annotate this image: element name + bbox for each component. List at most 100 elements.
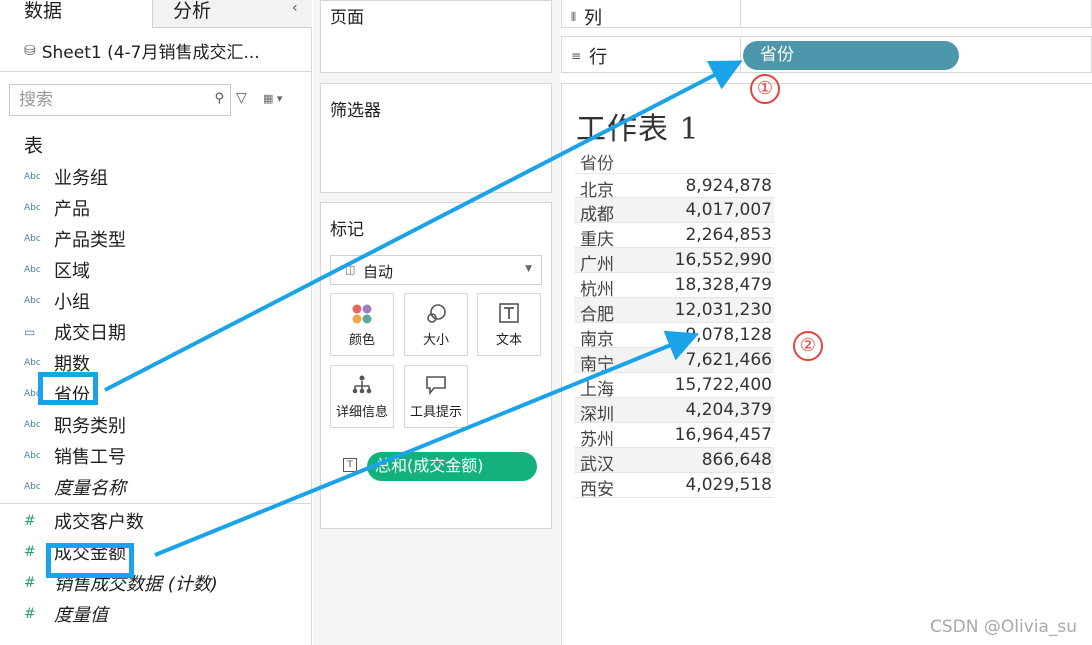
table-row[interactable]: 深圳 4,204,379 [574,398,774,425]
amount-cell: 16,964,457 [674,425,772,445]
field-label: 销售工号 [54,447,126,468]
field-label: 成交日期 [54,323,126,344]
detail-icon [331,374,393,401]
divider [740,0,741,27]
number-icon: # [24,513,36,529]
table-row[interactable]: 北京 8,924,878 [574,173,774,201]
text-mark-icon[interactable]: T [343,458,357,472]
amount-cell: 9,078,128 [685,325,772,345]
text-button[interactable]: 文本 [477,293,541,356]
detail-button[interactable]: 详细信息 [330,365,394,428]
field-dimension[interactable]: Abc 业务组 [24,165,108,189]
table-row[interactable]: 合肥 12,031,230 [574,298,774,325]
pages-card[interactable]: 页面 [320,0,552,73]
field-label: 度量值 [54,605,108,626]
cards-column: 页面 筛选器 标记 ◫ 自动 ▼ 颜色 大小 文本 详细信息 工具提示 T 总和… [313,0,560,645]
table-row[interactable]: 苏州 16,964,457 [574,423,774,450]
abc-icon: Abc [24,451,41,461]
amount-cell: 16,552,990 [674,250,772,270]
columns-label: ⫴ 列 [571,4,602,30]
field-label: 产品 [54,199,90,220]
chevron-down-icon: ▼ [525,264,532,274]
size-label: 大小 [422,333,449,348]
calendar-icon: ▭ [24,325,36,339]
datasource-name: Sheet1 (4-7月销售成交汇... [41,43,260,63]
marks-title: 标记 [330,220,364,240]
province-cell: 合肥 [580,305,614,325]
pane-tabs: 数据 分析 ‹ [0,0,312,28]
abc-icon: Abc [24,420,41,430]
table-row[interactable]: 南宁 7,621,466 [574,348,774,375]
field-dimension[interactable]: Abc 销售工号 [24,444,126,468]
province-cell: 成都 [580,205,614,225]
columns-icon: ⫴ [571,9,577,24]
color-label: 颜色 [348,333,375,348]
table-row[interactable]: 西安 4,029,518 [574,473,774,500]
columns-shelf[interactable]: ⫴ 列 [561,0,1092,30]
sum-sales-amount-pill[interactable]: 总和(成交金额) [367,452,537,481]
field-dimension[interactable]: Abc 职务类别 [24,413,126,437]
abc-icon: Abc [24,172,41,182]
field-dimension[interactable]: Abc 度量名称 [24,475,126,499]
mark-type-dropdown[interactable]: ◫ 自动 ▼ [330,255,542,285]
field-label: 职务类别 [54,416,126,437]
field-dimension[interactable]: Abc 区域 [24,258,90,282]
table-row[interactable]: 重庆 2,264,853 [574,223,774,250]
collapse-pane-icon[interactable]: ‹ [292,0,298,16]
color-button[interactable]: 颜色 [330,293,394,356]
datasource-icon: ⛁ [24,42,36,59]
field-measure[interactable]: # 度量值 [24,602,108,626]
field-dimension[interactable]: Abc 产品类型 [24,227,126,251]
tab-analysis[interactable]: 分析 [152,0,312,28]
table-row[interactable]: 成都 4,017,007 [574,198,774,225]
table-row[interactable]: 杭州 18,328,479 [574,273,774,300]
divider [0,71,311,72]
search-input[interactable] [10,85,200,115]
amount-cell: 4,204,379 [685,400,772,420]
amount-cell: 8,924,878 [685,176,772,196]
rows-shelf[interactable]: ≡ 行 省份 [561,36,1092,73]
search-icon[interactable]: ⚲ [214,91,224,106]
tab-data[interactable]: 数据 [0,0,152,28]
tooltip-icon [405,374,467,401]
size-button[interactable]: 大小 [404,293,468,356]
filters-card[interactable]: 筛选器 [320,83,552,193]
watermark: CSDN @Olivia_su [930,617,1078,637]
table-heading: 表 [24,135,44,157]
table-row[interactable]: 南京 9,078,128 [574,323,774,350]
abc-icon: Abc [24,203,41,213]
rows-icon: ≡ [571,49,582,63]
amount-cell: 2,264,853 [685,225,772,245]
amount-cell: 12,031,230 [674,300,772,320]
tooltip-button[interactable]: 工具提示 [404,365,468,428]
province-cell: 重庆 [580,230,614,250]
table-row[interactable]: 上海 15,722,400 [574,373,774,400]
datasource-item[interactable]: ⛁ Sheet1 (4-7月销售成交汇... [24,38,260,64]
rows-text: 行 [589,47,608,68]
field-dimension[interactable]: ▭ 成交日期 [24,320,126,344]
field-dimension[interactable]: Abc 产品 [24,196,90,220]
table-row[interactable]: 武汉 866,648 [574,448,774,475]
search-box[interactable]: ⚲ [9,84,231,116]
worksheet-view[interactable]: 工作表 1 省份 北京 8,924,878 成都 4,017,007 重庆 2,264… [561,83,1092,645]
marks-text-field-row: T 总和(成交金额) [343,452,543,482]
columns-text: 列 [584,8,603,29]
filter-icon[interactable]: ▽ [236,90,247,106]
abc-icon: Abc [24,482,41,492]
step-2-marker: ② [793,331,823,361]
table-row[interactable]: 广州 16,552,990 [574,248,774,275]
text-label: 文本 [495,333,522,348]
province-cell: 南宁 [580,355,614,375]
size-icon [405,302,467,331]
amount-cell: 7,621,466 [685,350,772,370]
province-pill[interactable]: 省份 [743,41,959,70]
field-measure[interactable]: # 成交客户数 [24,509,144,533]
pages-title: 页面 [330,8,364,28]
province-cell: 苏州 [580,430,614,450]
field-dimension[interactable]: Abc 小组 [24,289,90,313]
province-cell: 杭州 [580,280,614,300]
number-icon: # [24,606,36,622]
abc-icon: Abc [24,358,41,368]
filters-title: 筛选器 [330,101,381,121]
view-options-icon[interactable]: ▦ ▾ [263,92,282,105]
